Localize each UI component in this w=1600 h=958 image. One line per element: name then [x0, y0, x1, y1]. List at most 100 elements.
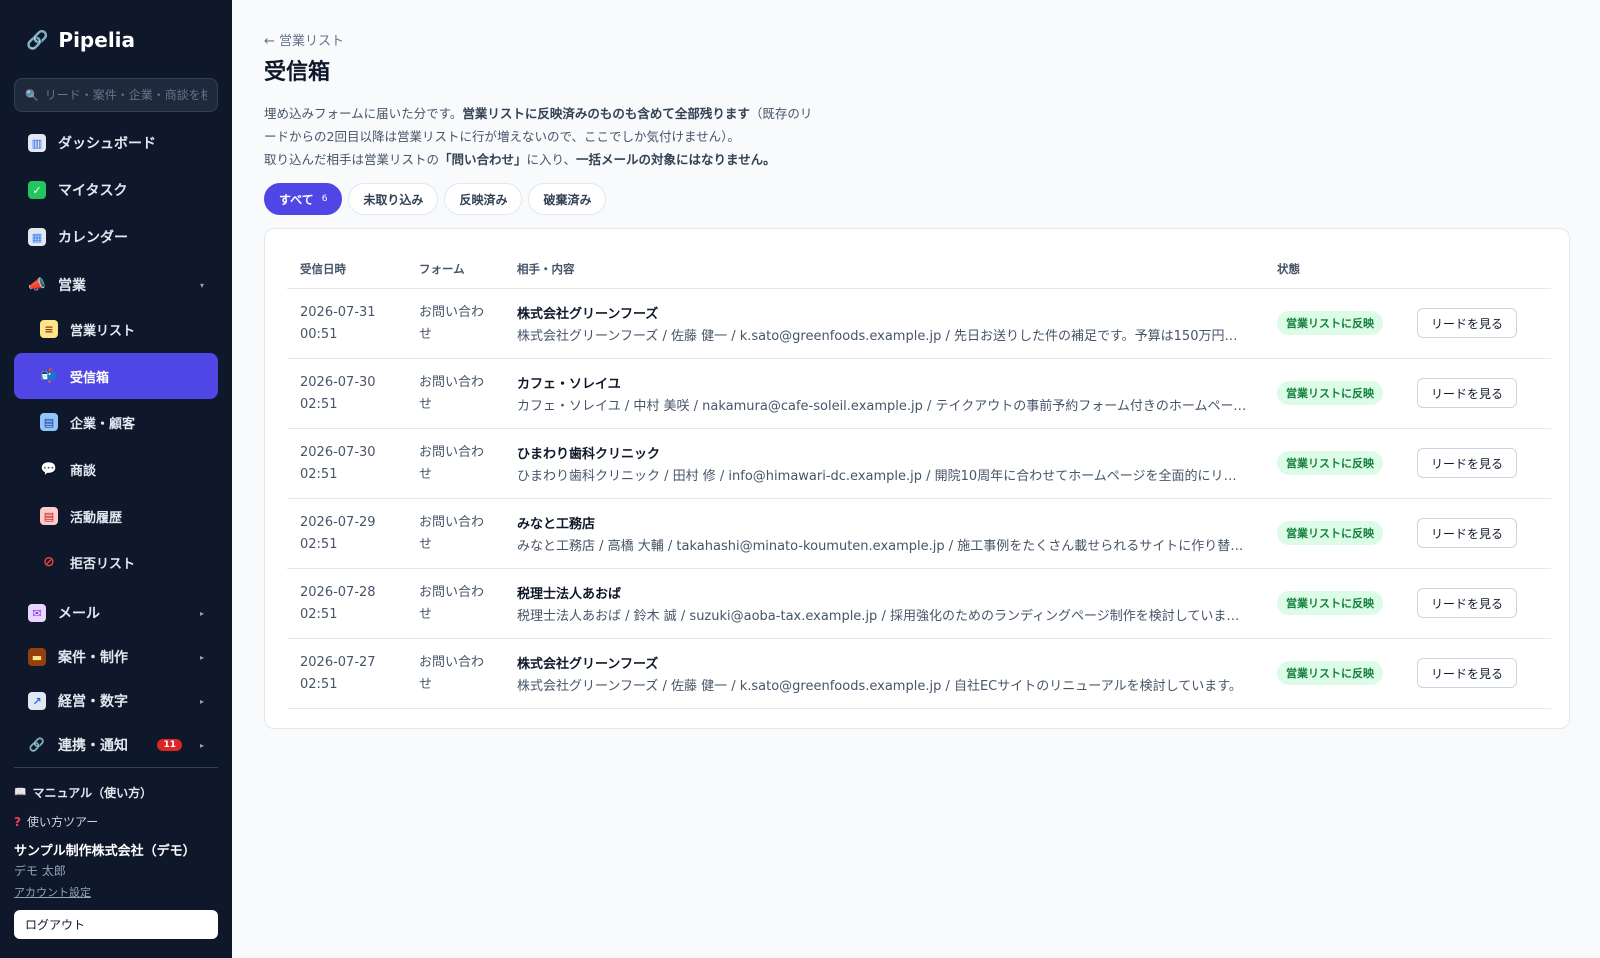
tab-reflected[interactable]: 反映済み	[444, 183, 523, 215]
desc-text: 取り込んだ相手は営業リストの	[264, 152, 440, 167]
received-time: 02:51	[300, 467, 338, 482]
checkbox-icon: ✓	[28, 181, 46, 199]
document-icon: ▤	[40, 507, 58, 525]
received-date: 2026-07-30	[300, 445, 376, 460]
view-lead-button[interactable]: リードを見る	[1417, 448, 1517, 478]
logout-button[interactable]: ログアウト	[14, 910, 218, 939]
bar-chart-icon: ▥	[28, 134, 46, 152]
view-lead-button[interactable]: リードを見る	[1417, 588, 1517, 618]
sidebar-item-label: 経営・数字	[58, 694, 128, 710]
tab-not-imported[interactable]: 未取り込み	[348, 183, 439, 215]
tab-label: 未取り込み	[363, 192, 424, 207]
sidebar-item-projects[interactable]: ▬ 案件・制作 ▸	[14, 637, 218, 677]
sidebar-item-sales[interactable]: 📣 営業 ▾	[14, 265, 218, 305]
tab-label: すべて	[279, 192, 314, 207]
received-datetime: 2026-07-27 02:51	[300, 652, 400, 696]
received-date: 2026-07-29	[300, 515, 376, 530]
sidebar-item-label: ダッシュボード	[58, 136, 156, 152]
user-name: デモ 太郎	[14, 864, 66, 878]
contact-name: ひまわり歯科クリニック	[517, 447, 661, 462]
sidebar-item-blocklist[interactable]: ⊘ 拒否リスト	[14, 542, 218, 582]
table-row: 2026-07-30 02:51 お問い合わせ ひまわり歯科クリニック ひまわり歯…	[287, 429, 1551, 499]
page-title: 受信箱	[264, 60, 331, 85]
sidebar-item-integrations[interactable]: 🔗 連携・通知 11 ▸	[14, 725, 218, 765]
desc-text: に入り、	[526, 152, 577, 167]
link-icon: 🔗	[28, 737, 46, 753]
clipboard-icon: ≡	[40, 320, 58, 338]
sidebar-item-label: メール	[58, 606, 100, 622]
sidebar: 🔗 Pipelia 🔍 ▥ ダッシュボード ✓ マイタスク ▦ カレンダー 📣 …	[0, 0, 232, 958]
view-lead-button[interactable]: リードを見る	[1417, 518, 1517, 548]
status-badge: 営業リストに反映	[1277, 521, 1383, 545]
inbox-icon: 📬	[40, 368, 58, 384]
tour-link[interactable]: ? 使い方ツアー	[14, 813, 98, 830]
tab-label: 反映済み	[459, 192, 508, 207]
column-header-form: フォーム	[419, 262, 465, 276]
page-description: 埋め込みフォームに届いた分です。営業リストに反映済みのものも含めて全部残ります（…	[264, 102, 824, 171]
megaphone-icon: 📣	[28, 277, 46, 293]
sidebar-item-label: 案件・制作	[58, 650, 128, 666]
form-name: お問い合わせ	[419, 445, 485, 482]
status-badge: 営業リストに反映	[1277, 381, 1383, 405]
sidebar-item-sales-list[interactable]: ≡ 営業リスト	[14, 309, 218, 349]
contact-summary: 株式会社グリーンフーズ / 佐藤 健一 / k.sato@greenfoods.…	[517, 679, 1242, 694]
contact-summary: カフェ・ソレイユ / 中村 美咲 / nakamura@cafe-soleil.…	[517, 399, 1247, 414]
sidebar-item-dashboard[interactable]: ▥ ダッシュボード	[14, 123, 218, 163]
contact-summary: 税理士法人あおば / 鈴木 誠 / suzuki@aoba-tax.exampl…	[517, 609, 1247, 624]
account-settings-link[interactable]: アカウント設定	[14, 884, 91, 900]
chevron-right-icon: ▸	[199, 608, 204, 618]
status-badge: 営業リストに反映	[1277, 311, 1383, 335]
calendar-icon: ▦	[28, 228, 46, 246]
chevron-right-icon: ▸	[199, 652, 204, 662]
global-search[interactable]: 🔍	[14, 78, 218, 112]
envelope-icon: ✉	[28, 604, 46, 622]
tab-count: 6	[321, 194, 328, 204]
received-datetime: 2026-07-31 00:51	[300, 302, 400, 346]
briefcase-icon: ▬	[28, 648, 46, 666]
sidebar-item-calendar[interactable]: ▦ カレンダー	[14, 217, 218, 257]
status-badge: 営業リストに反映	[1277, 591, 1383, 615]
sidebar-item-mail[interactable]: ✉ メール ▸	[14, 593, 218, 633]
speech-bubble-icon: 💬	[40, 461, 58, 477]
view-lead-button[interactable]: リードを見る	[1417, 308, 1517, 338]
back-link[interactable]: ← 営業リスト	[264, 30, 344, 49]
sidebar-item-inbox[interactable]: 📬 受信箱	[14, 353, 218, 399]
chevron-right-icon: ▸	[199, 696, 204, 706]
received-time: 02:51	[300, 607, 338, 622]
status-badge: 営業リストに反映	[1277, 661, 1383, 685]
received-time: 02:51	[300, 537, 338, 552]
app-name: Pipelia	[58, 28, 136, 52]
contact-name: みなと工務店	[517, 517, 596, 532]
sidebar-item-activity[interactable]: ▤ 活動履歴	[14, 496, 218, 536]
tab-all[interactable]: すべて 6	[264, 183, 343, 215]
question-icon: ?	[14, 814, 21, 829]
sidebar-item-my-tasks[interactable]: ✓ マイタスク	[14, 170, 218, 210]
sidebar-item-companies[interactable]: ▤ 企業・顧客	[14, 402, 218, 442]
sidebar-item-label: 営業	[58, 278, 86, 294]
sidebar-item-label: 商談	[70, 463, 97, 479]
filter-tabs: すべて 6 未取り込み 反映済み 破棄済み	[264, 183, 607, 215]
chevron-down-icon: ▾	[199, 280, 204, 290]
sidebar-item-management[interactable]: ↗ 経営・数字 ▸	[14, 681, 218, 721]
chevron-right-icon: ▸	[199, 740, 204, 750]
table-row: 2026-07-30 02:51 お問い合わせ カフェ・ソレイユ カフェ・ソレイユ…	[287, 359, 1551, 429]
prohibited-icon: ⊘	[43, 554, 55, 570]
received-datetime: 2026-07-30 02:51	[300, 372, 400, 416]
view-lead-button[interactable]: リードを見る	[1417, 658, 1517, 688]
form-name: お問い合わせ	[419, 655, 485, 692]
view-lead-button[interactable]: リードを見る	[1417, 378, 1517, 408]
received-date: 2026-07-27	[300, 655, 376, 670]
received-date: 2026-07-28	[300, 585, 376, 600]
manual-link[interactable]: 📖 マニュアル（使い方）	[14, 784, 152, 801]
received-datetime: 2026-07-28 02:51	[300, 582, 400, 626]
app-logo[interactable]: 🔗 Pipelia	[26, 28, 135, 52]
form-name: お問い合わせ	[419, 305, 485, 342]
form-name: お問い合わせ	[419, 585, 485, 622]
notification-badge: 11	[157, 739, 182, 751]
book-icon: 📖	[14, 787, 27, 798]
tab-discarded[interactable]: 破棄済み	[528, 183, 607, 215]
contact-summary: 株式会社グリーンフーズ / 佐藤 健一 / k.sato@greenfoods.…	[517, 329, 1247, 344]
search-input[interactable]	[44, 88, 207, 102]
received-time: 00:51	[300, 327, 338, 342]
sidebar-item-meetings[interactable]: 💬 商談	[14, 449, 218, 489]
